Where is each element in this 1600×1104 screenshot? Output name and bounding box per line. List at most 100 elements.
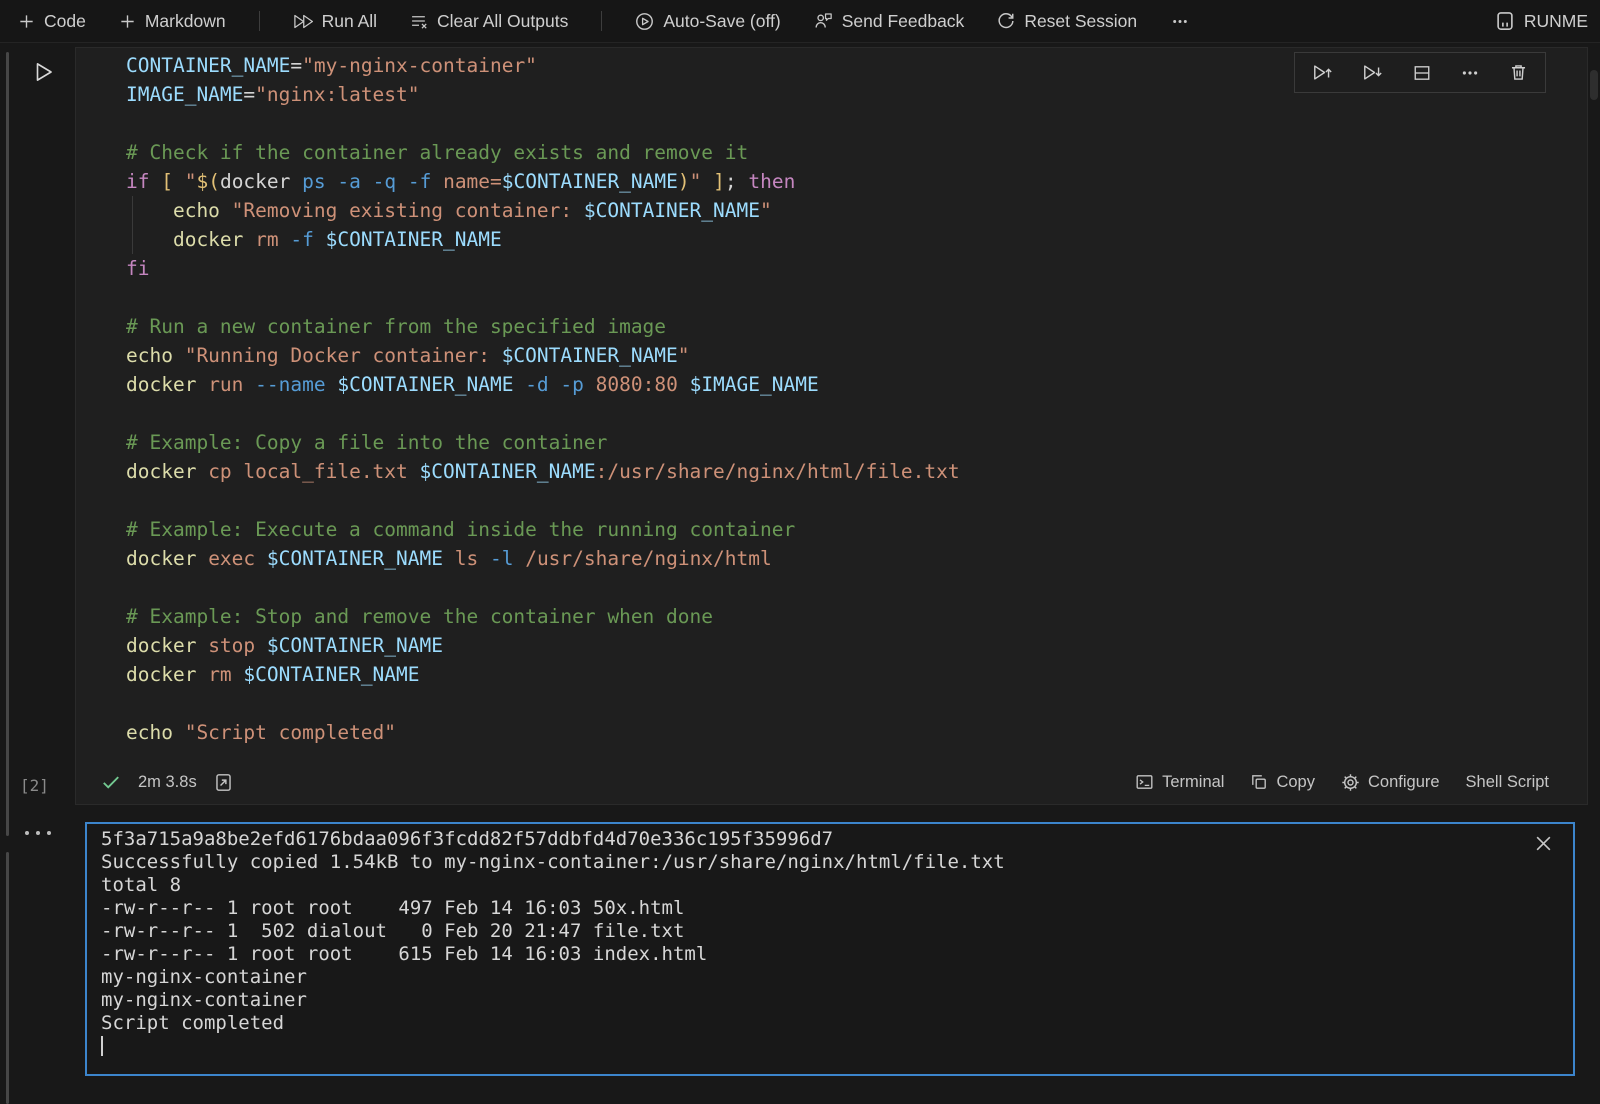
code-token: "Script completed" xyxy=(185,721,396,744)
cell-focus-bar xyxy=(6,52,9,836)
close-output-button[interactable] xyxy=(1536,836,1551,851)
code-token: ps xyxy=(302,170,337,193)
code-token: = xyxy=(290,54,302,77)
send-feedback-button[interactable]: Send Feedback xyxy=(814,11,965,32)
code-editor[interactable]: CONTAINER_NAME="my-nginx-container"IMAGE… xyxy=(126,51,960,747)
toolbar-more-button[interactable] xyxy=(1170,13,1190,30)
code-line[interactable] xyxy=(126,399,960,428)
code-token: $CONTAINER_NAME xyxy=(502,170,678,193)
output-panel[interactable]: 5f3a715a9a8be2efd6176bdaa096f3fcdd82f57d… xyxy=(85,822,1575,1076)
runme-brand-label: RUNME xyxy=(1524,11,1588,32)
delete-cell-button[interactable] xyxy=(1509,63,1528,82)
cell-status-bar: 2m 3.8s Terminal Copy xyxy=(76,760,1587,804)
terminal-button[interactable]: Terminal xyxy=(1135,773,1224,792)
play-icon xyxy=(31,59,57,85)
code-line[interactable]: echo "Script completed" xyxy=(126,718,960,747)
success-check-icon xyxy=(101,773,121,791)
code-token: :/usr/share/nginx/html/file.txt xyxy=(596,460,960,483)
output-focus-bar xyxy=(6,852,9,1104)
copy-button[interactable]: Copy xyxy=(1250,773,1315,792)
execute-below-button[interactable] xyxy=(1362,63,1383,82)
output-line: -rw-r--r-- 1 root root 615 Feb 14 16:03 … xyxy=(101,943,1005,966)
run-all-icon xyxy=(293,13,313,30)
code-token: " xyxy=(678,344,690,367)
toolbar-separator xyxy=(259,11,260,31)
split-cell-button[interactable] xyxy=(1412,64,1432,82)
code-token: fi xyxy=(126,257,149,280)
collapse-output-button[interactable] xyxy=(25,831,51,835)
code-token: $( xyxy=(196,170,219,193)
plus-icon xyxy=(119,13,136,30)
code-token: echo xyxy=(126,721,185,744)
code-token: $CONTAINER_NAME xyxy=(337,373,525,396)
code-token: cp xyxy=(208,460,243,483)
code-token: docker xyxy=(126,228,255,251)
code-line[interactable] xyxy=(126,573,960,602)
code-line[interactable]: # Check if the container already exists … xyxy=(126,138,960,167)
terminal-cursor xyxy=(101,1036,103,1056)
code-token: = xyxy=(243,83,255,106)
auto-save-label: Auto-Save (off) xyxy=(663,11,780,32)
language-picker[interactable]: Shell Script xyxy=(1466,773,1549,792)
code-line[interactable]: if [ "$(docker ps -a -q -f name=$CONTAIN… xyxy=(126,167,960,196)
code-line[interactable]: # Run a new container from the specified… xyxy=(126,312,960,341)
run-cell-button[interactable] xyxy=(29,57,59,87)
code-line[interactable] xyxy=(126,486,960,515)
code-token: 8080:80 xyxy=(596,373,690,396)
reset-session-button[interactable]: Reset Session xyxy=(997,11,1137,32)
code-token: " xyxy=(185,170,197,193)
scrollbar-thumb[interactable] xyxy=(1590,70,1598,100)
add-code-button[interactable]: Code xyxy=(18,11,86,32)
runme-brand[interactable]: RUNME xyxy=(1495,11,1590,32)
code-token: # Example: Execute a command inside the … xyxy=(126,518,795,541)
code-token: -f xyxy=(290,228,325,251)
code-token: $CONTAINER_NAME xyxy=(326,228,502,251)
code-line[interactable]: # Example: Execute a command inside the … xyxy=(126,515,960,544)
code-token: ls xyxy=(455,547,490,570)
auto-save-toggle[interactable]: Auto-Save (off) xyxy=(635,11,780,32)
output-line: -rw-r--r-- 1 502 dialout 0 Feb 20 21:47 … xyxy=(101,920,1005,943)
code-line[interactable]: fi xyxy=(126,254,960,283)
code-token: exec xyxy=(208,547,267,570)
code-line[interactable] xyxy=(126,283,960,312)
code-token: docker xyxy=(126,373,208,396)
code-token: --name xyxy=(255,373,337,396)
more-icon xyxy=(1170,13,1190,30)
code-token: $CONTAINER_NAME xyxy=(267,547,455,570)
code-line[interactable]: docker exec $CONTAINER_NAME ls -l /usr/s… xyxy=(126,544,960,573)
configure-button[interactable]: Configure xyxy=(1341,773,1440,792)
code-token: # Run a new container from the specified… xyxy=(126,315,666,338)
code-line[interactable]: docker stop $CONTAINER_NAME xyxy=(126,631,960,660)
add-markdown-button[interactable]: Markdown xyxy=(119,11,226,32)
code-line[interactable]: # Example: Copy a file into the containe… xyxy=(126,428,960,457)
code-token: docker xyxy=(126,460,208,483)
execute-above-button[interactable] xyxy=(1312,63,1333,82)
code-token: # Example: Stop and remove the container… xyxy=(126,605,713,628)
code-line[interactable]: # Example: Stop and remove the container… xyxy=(126,602,960,631)
code-token: echo xyxy=(126,199,232,222)
code-line[interactable]: docker rm $CONTAINER_NAME xyxy=(126,660,960,689)
more-actions-button[interactable] xyxy=(1460,64,1480,82)
cell-toolbar xyxy=(1294,52,1546,93)
code-token: $IMAGE_NAME xyxy=(690,373,819,396)
code-token: [ xyxy=(161,170,184,193)
code-line[interactable] xyxy=(126,689,960,718)
code-line[interactable]: echo "Running Docker container: $CONTAIN… xyxy=(126,341,960,370)
code-line[interactable]: docker cp local_file.txt $CONTAINER_NAME… xyxy=(126,457,960,486)
code-line[interactable]: echo "Removing existing container: $CONT… xyxy=(126,196,960,225)
code-token: -l xyxy=(490,547,525,570)
clear-all-outputs-button[interactable]: Clear All Outputs xyxy=(410,11,568,32)
code-line[interactable]: IMAGE_NAME="nginx:latest" xyxy=(126,80,960,109)
indent-guide xyxy=(132,196,133,254)
session-output-icon[interactable] xyxy=(214,773,233,792)
runme-logo-icon xyxy=(1495,11,1515,31)
code-line[interactable] xyxy=(126,109,960,138)
code-token: $CONTAINER_NAME xyxy=(243,663,419,686)
code-line[interactable]: CONTAINER_NAME="my-nginx-container" xyxy=(126,51,960,80)
code-line[interactable]: docker rm -f $CONTAINER_NAME xyxy=(126,225,960,254)
code-line[interactable]: docker run --name $CONTAINER_NAME -d -p … xyxy=(126,370,960,399)
close-icon xyxy=(1536,836,1551,851)
output-line: Script completed xyxy=(101,1012,1005,1035)
notebook-window: Code Markdown Run All Clear All Outputs xyxy=(0,0,1600,1104)
run-all-button[interactable]: Run All xyxy=(293,11,377,32)
